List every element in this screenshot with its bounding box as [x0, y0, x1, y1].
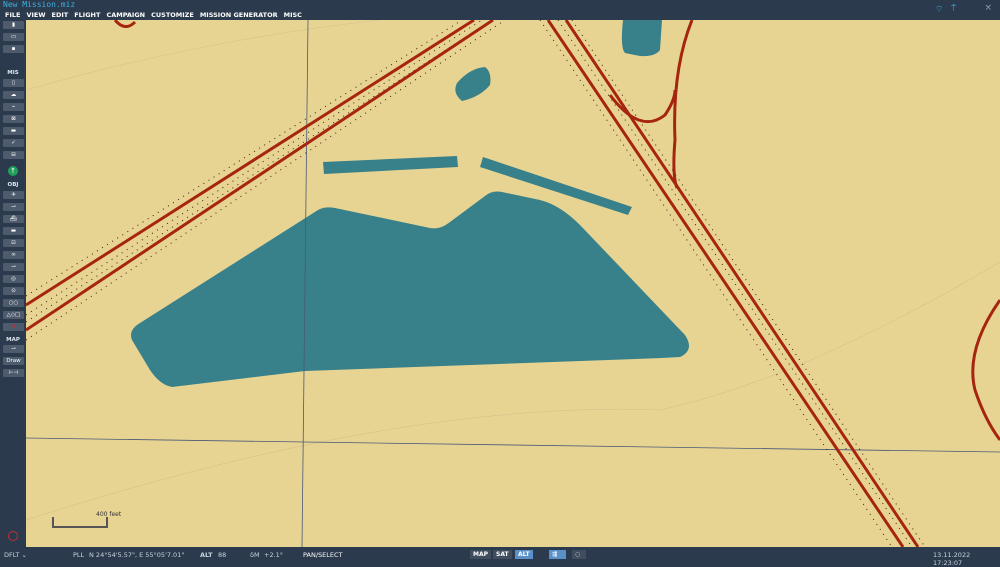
sidebar-button-airplane[interactable]: ✈ [3, 191, 24, 199]
sidebar-button-static[interactable]: ⊡ [3, 239, 24, 247]
network-icon[interactable]: ⌔ [935, 4, 943, 15]
title-bar: New Mission.miz FILE VIEW EDIT FLIGHT CA… [0, 0, 1000, 19]
sidebar-button-helicopter[interactable]: ⊸ [3, 203, 24, 211]
sidebar-button-zone[interactable]: ◎ [3, 275, 24, 283]
sidebar-button-shapes[interactable]: △◇□ [3, 311, 24, 319]
coord-label: PLL [73, 551, 85, 559]
sidebar-button-draw[interactable]: Draw [3, 357, 24, 365]
sidebar-button-open-file[interactable]: ▭ [3, 33, 24, 41]
status-bar: DFLT ⌄ PLL N 24°54'5.57", E 55°05'7.01" … [0, 547, 1000, 567]
menu-file[interactable]: FILE [5, 11, 20, 20]
sidebar-button-check[interactable]: ✓ [3, 139, 24, 147]
sidebar-button-tacan[interactable]: ○○ [3, 299, 24, 307]
lake-main [131, 191, 689, 387]
menu-flight[interactable]: FLIGHT [74, 11, 100, 20]
strip-left [323, 156, 458, 174]
sidebar-button-briefing[interactable]: ▯ [3, 79, 24, 87]
section-label-mis: MIS [7, 70, 19, 76]
sidebar-button-resources[interactable]: ⊟ [3, 151, 24, 159]
menu-mission-generator[interactable]: MISSION GENERATOR [200, 11, 278, 20]
menu-misc[interactable]: MISC [284, 11, 302, 20]
menu-customize[interactable]: CUSTOMIZE [151, 11, 194, 20]
coords-value: N 24°54'5.57", E 55°05'7.01" [89, 551, 185, 559]
alt-label: ALT [200, 551, 213, 559]
sidebar-button-goals[interactable]: ⊠ [3, 115, 24, 123]
sidebar-button-templates[interactable]: ∞ [3, 251, 24, 259]
sidebar-button-ship[interactable]: ⛴ [3, 215, 24, 223]
menu-campaign[interactable]: CAMPAIGN [106, 11, 145, 20]
section-label-obj: OBJ [7, 182, 19, 188]
mag-label: δM [250, 551, 260, 559]
scale-bar [52, 517, 108, 528]
globe-icon[interactable] [8, 531, 18, 541]
clock-icon[interactable]: ◌ [572, 550, 586, 559]
sidebar-button-failures[interactable]: ▬ [3, 127, 24, 135]
datetime: 13.11.2022 17:23:07 [933, 551, 971, 567]
sidebar-button-weather[interactable]: ☁ [3, 91, 24, 99]
sidebar-button-key[interactable]: ⊸ [3, 345, 24, 353]
profile-select[interactable]: DFLT ⌄ [4, 551, 27, 559]
menu-edit[interactable]: EDIT [52, 11, 69, 20]
sidebar: ▮ ▭ ▪ MIS ▯ ☁ ⌁ ⊠ ▬ ✓ ⊟ ↑ OBJ ✈ ⊸ ⛴ ▬ ⊡ ∞ ⊸ ◎ ⊙ ○○ △◇□ ✕ MAP ⊸ Draw… [0, 20, 26, 547]
sidebar-button-ground-vehicle[interactable]: ▬ [3, 227, 24, 235]
alt-value: 88 [218, 551, 227, 559]
sidebar-button-triggers[interactable]: ⌁ [3, 103, 24, 111]
scale-label: 400 feet [96, 511, 122, 518]
layers-icon[interactable]: ⇶ [549, 550, 566, 559]
section-label-map: MAP [6, 337, 20, 343]
mode-label: PAN/SELECT [303, 551, 343, 559]
map-mode-sat[interactable]: SAT [493, 550, 512, 559]
north-up-icon[interactable]: ↑ [8, 166, 18, 176]
antenna-icon[interactable]: ⍑ [951, 4, 956, 14]
lake-pond [455, 67, 491, 101]
lake-top [621, 20, 662, 57]
sidebar-button-save-file[interactable]: ▪ [3, 45, 24, 53]
menu-view[interactable]: VIEW [26, 11, 45, 20]
mag-value: +2.1° [264, 551, 284, 559]
sidebar-button-new-file[interactable]: ▮ [3, 21, 24, 29]
map-view[interactable]: 400 feet [26, 20, 1000, 547]
map-mode-map[interactable]: MAP [470, 550, 492, 559]
map-canvas[interactable] [26, 20, 1000, 547]
map-mode-alt[interactable]: ALT [515, 550, 533, 559]
sidebar-button-initial-point[interactable]: ⊸ [3, 263, 24, 271]
sidebar-button-nav-target[interactable]: ⊙ [3, 287, 24, 295]
window-title: New Mission.miz [3, 0, 76, 9]
close-button[interactable]: × [984, 3, 992, 13]
menu-bar: FILE VIEW EDIT FLIGHT CAMPAIGN CUSTOMIZE… [0, 11, 302, 20]
sidebar-button-ruler[interactable]: ⊢⊣ [3, 369, 24, 377]
sidebar-button-delete[interactable]: ✕ [3, 323, 24, 331]
